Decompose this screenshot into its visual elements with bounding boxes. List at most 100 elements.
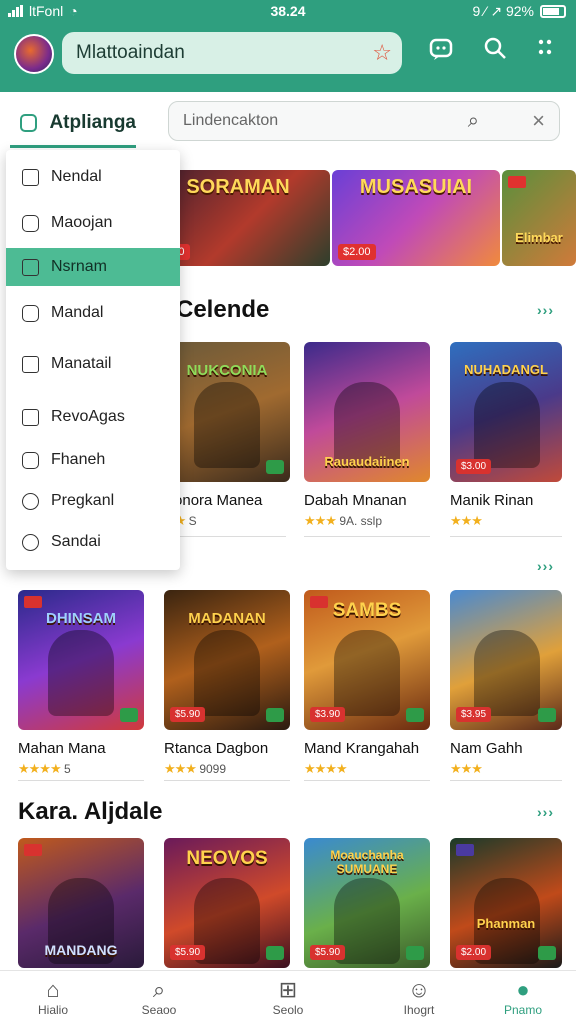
game-rating: ★★★★ 5 [18,761,144,777]
rating-text: 9099 [199,762,227,776]
rating-text: S [188,514,197,528]
game-art: MADANAN $5.90 [164,590,290,730]
nav-label: Seolo [272,1003,304,1017]
dropdown-item[interactable]: RevoAgas [6,398,180,436]
game-art: Moauchanha SUMUANE $5.90 [304,838,430,968]
dropdown-item[interactable]: Nendal [6,158,180,196]
game-card[interactable]: DHINSAM Mahan Mana ★★★★ 5 [18,590,144,777]
game-card[interactable]: Rauaudaiinen Dabah Mnanan ★★★ 9A. sslp [304,342,430,529]
game-art-figure [48,630,114,716]
dropdown-item[interactable]: Mandal [6,294,180,332]
game-card[interactable]: $3.95 Nam Gahh ★★★ [450,590,562,777]
game-logo: NUHADANGL [464,362,548,377]
game-name: Dabah Mnanan [304,492,407,509]
game-rating: ★★★★ [304,761,430,777]
game-tag [24,844,42,856]
platform-badge [266,708,284,722]
message-icon[interactable] [424,36,458,70]
search-icon[interactable] [478,36,512,70]
nav-item-home[interactable]: ⌂ Hialio [8,977,98,1017]
dropdown-item-label: Sandai [51,533,101,550]
game-art-figure [474,630,540,716]
rating-stars: ★★★ [450,761,483,776]
game-art: SAMBS $3.90 [304,590,430,730]
favorite-star-icon[interactable]: ☆ [372,40,392,66]
main-search-bar[interactable]: Mlattoaindan ☆ [62,32,402,74]
edit-icon [22,408,39,426]
nav-label: Ihogrt [403,1003,435,1017]
game-card[interactable]: NUKCONIA Bonora Manea ★★ S [164,342,290,529]
dropdown-item[interactable]: Sandai [6,523,180,561]
profile-icon: ☺ [407,977,431,1002]
banner-card[interactable]: MUSASUIAI $2.00 [332,170,500,266]
nav-item-search[interactable]: ⌕ Seaoo [114,977,204,1017]
game-card[interactable]: MADANAN $5.90 Rtanca Dagbon ★★★ 9099 [164,590,290,777]
game-card[interactable]: MANDANG [18,838,144,968]
nav-item-profile[interactable]: ☺ Ihogrt [374,977,464,1017]
game-logo: NEOVOS [186,848,268,869]
bottom-navigation: ⌂ Hialio ⌕ Seaoo ⊞ Seolo ☺ Ihogrt ● Pnam… [0,970,576,1024]
rating-text: 9A. sslp [339,514,382,528]
platform-badge [266,946,284,960]
rating-stars: ★★★★ [304,761,348,776]
nav-item-grid[interactable]: ⊞ Seolo [243,977,333,1017]
filter-search-input[interactable]: Lindencakton ⌕ × [168,101,560,141]
section-title: Celende [176,296,270,323]
game-name: Manik Rinan [450,492,534,509]
divider [304,536,430,537]
game-rating: ★★★ 9A. sslp [304,513,430,529]
game-card[interactable]: SAMBS $3.90 Mand Krangahah ★★★★ [304,590,430,777]
more-menu-icon[interactable] [528,36,562,70]
nav-label: Seaoo [141,1003,177,1017]
nav-item-chat[interactable]: ● Pnamo [478,977,568,1017]
game-logo: MADANAN [188,610,266,627]
dropdown-item-selected[interactable]: Nsrnam [6,248,180,286]
game-card[interactable]: NUHADANGL $3.00 Manik Rinan ★★★ [450,342,562,529]
dropdown-item-label: Fhaneh [51,451,106,468]
see-more-link[interactable]: ››› [537,804,554,820]
dropdown-item[interactable]: Fhaneh [6,441,180,479]
dropdown-item[interactable]: Pregkanl [6,482,180,520]
game-card[interactable]: NEOVOS $5.90 [164,838,290,968]
see-more-link[interactable]: ››› [537,558,554,574]
game-name: Bonora Manea [164,492,263,509]
section-title: Kara. Aljdale [18,798,163,825]
clear-icon[interactable]: × [532,108,545,134]
main-search-text: Mlattoaindan [76,42,185,63]
rating-stars: ★★★ [450,513,483,528]
tag-icon [22,304,39,322]
banner-title: MUSASUIAI [359,176,473,198]
game-card[interactable]: Phanman $2.00 [450,838,562,968]
gift-icon [22,451,39,469]
dropdown-item-label: RevoAgas [51,408,125,425]
magnifier-icon[interactable]: ⌕ [468,110,479,133]
price-badge: $3.90 [310,707,346,722]
price-badge: $5.90 [170,945,206,960]
game-art: NUKCONIA [164,342,290,482]
battery-icon [540,5,566,18]
platform-badge [406,946,424,960]
banner-tag [508,176,526,188]
platform-badge [538,946,556,960]
battery-label: 9 ⁄ ↗ 92% [472,3,534,19]
price-badge: $3.95 [456,707,492,722]
platform-badge [266,460,284,474]
app-bar: ltFonl ◔ 38.24 9 ⁄ ↗ 92% Mlattoaindan ☆ [0,0,576,92]
game-art: NEOVOS $5.90 [164,838,290,968]
game-logo: SAMBS [332,600,402,621]
dropdown-item-label: Pregkanl [51,492,115,509]
avatar[interactable] [14,34,54,74]
banner-card[interactable]: Elimbar [502,170,576,266]
dropdown-item[interactable]: Maoojan [6,204,180,242]
category-tab[interactable]: Atplianga [10,100,136,148]
search-icon: ⌕ [152,977,166,1002]
game-card[interactable]: Moauchanha SUMUANE $5.90 [304,838,430,968]
game-art: NUHADANGL $3.00 [450,342,562,482]
dropdown-item[interactable]: Manatail [6,345,180,383]
see-more-link[interactable]: ››› [537,302,554,318]
divider [176,536,286,537]
rating-stars: ★★★ [304,513,337,528]
platform-badge [120,708,138,722]
tag-icon [22,214,39,232]
game-name: Mahan Mana [18,740,106,757]
